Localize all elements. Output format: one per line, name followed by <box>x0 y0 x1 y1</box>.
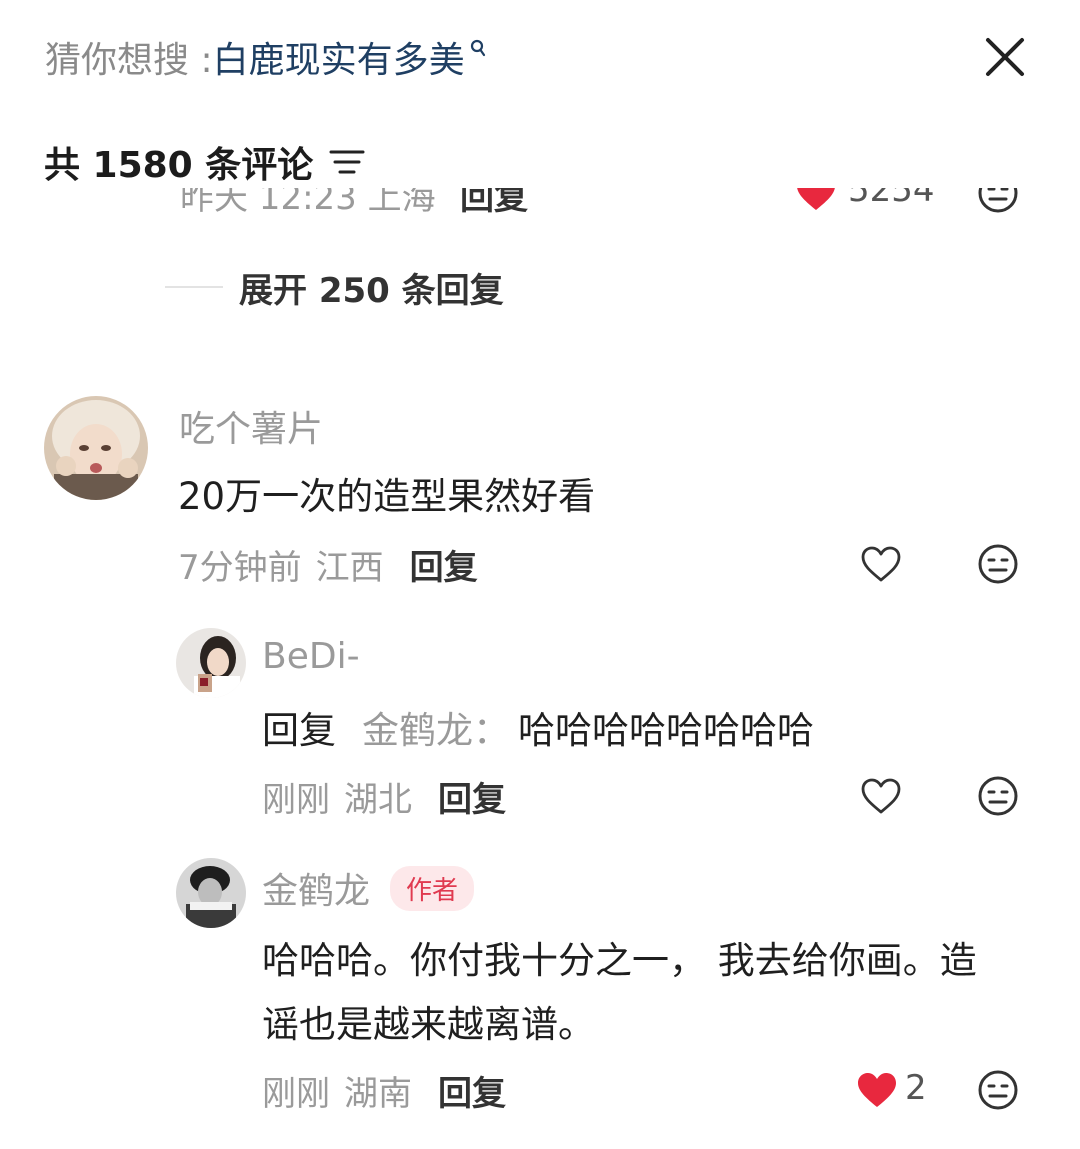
comment-location: 湖北 <box>344 779 412 820</box>
divider <box>165 286 223 288</box>
reply-button[interactable]: 回复 <box>438 1066 506 1115</box>
comment-username[interactable]: 吃个薯片 <box>179 400 323 452</box>
comment-meta: 7分钟前 江西 回复 <box>178 540 478 588</box>
sort-icon[interactable] <box>329 145 365 186</box>
emoji-icon[interactable] <box>976 774 1020 818</box>
reply-content: 哈哈哈哈哈哈哈哈 <box>518 709 814 752</box>
expand-replies-button[interactable]: 展开 250 条回复 <box>165 262 504 312</box>
comment-time: 7分钟前 <box>178 547 302 588</box>
search-icon <box>469 28 487 69</box>
reply-target-username[interactable]: 金鹤龙： <box>362 700 510 754</box>
heart-icon[interactable] <box>795 188 837 216</box>
comment-text: 20万一次的造型果然好看 <box>178 475 596 518</box>
comment-meta: 刚刚 湖南 回复 <box>262 1066 506 1114</box>
reply-button[interactable]: 回复 <box>438 772 506 821</box>
comment-meta: 刚刚 湖北 回复 <box>262 772 506 820</box>
comment-text-line-1: 哈哈哈。你付我十分之一， 我去给你画。造 <box>262 939 977 982</box>
avatar[interactable] <box>176 628 246 698</box>
search-suggestion-term[interactable]: 白鹿现实有多美 <box>213 31 465 83</box>
emoji-icon[interactable] <box>977 188 1019 218</box>
like-count: 5254 <box>848 188 935 210</box>
heart-icon[interactable] <box>855 1068 899 1112</box>
reply-prefix: 回复 <box>262 709 336 752</box>
expand-replies-label: 展开 250 条回复 <box>239 270 504 311</box>
comment-location: 湖南 <box>344 1073 412 1114</box>
avatar[interactable] <box>44 396 148 500</box>
reply-button[interactable]: 回复 <box>410 540 478 589</box>
clipped-comment-meta: 昨天 12:23 上海 回复 5254 <box>0 188 1080 220</box>
comment-count-header: 共 1580 条评论 <box>44 138 365 186</box>
reply-button[interactable]: 回复 <box>460 188 528 219</box>
comment-location: 江西 <box>315 547 384 588</box>
comment-time: 刚刚 <box>262 1073 330 1114</box>
comment-username[interactable]: 金鹤龙 <box>262 862 370 914</box>
comment-meta: 昨天 12:23 上海 <box>180 188 436 218</box>
comment-username[interactable]: BeDi- <box>262 636 360 677</box>
search-suggestion-prefix: 猜你想搜 : <box>45 40 213 81</box>
comment-count-label: 共 1580 条评论 <box>44 145 314 186</box>
search-suggestion[interactable]: 猜你想搜 : 白鹿现实有多美 <box>45 32 487 82</box>
comment-author-row: 金鹤龙 作者 <box>262 862 475 914</box>
author-badge: 作者 <box>390 865 475 911</box>
comment-time: 刚刚 <box>262 779 330 820</box>
like-count: 2 <box>905 1068 927 1108</box>
comment-text-line-2: 谣也是越来越离谱。 <box>262 1003 595 1046</box>
avatar[interactable] <box>176 858 246 928</box>
emoji-icon[interactable] <box>976 1068 1020 1112</box>
heart-icon[interactable] <box>859 542 903 586</box>
emoji-icon[interactable] <box>976 542 1020 586</box>
close-icon[interactable] <box>978 30 1032 84</box>
heart-icon[interactable] <box>859 774 903 818</box>
comment-text: 回复 金鹤龙： 哈哈哈哈哈哈哈哈 <box>262 700 814 754</box>
